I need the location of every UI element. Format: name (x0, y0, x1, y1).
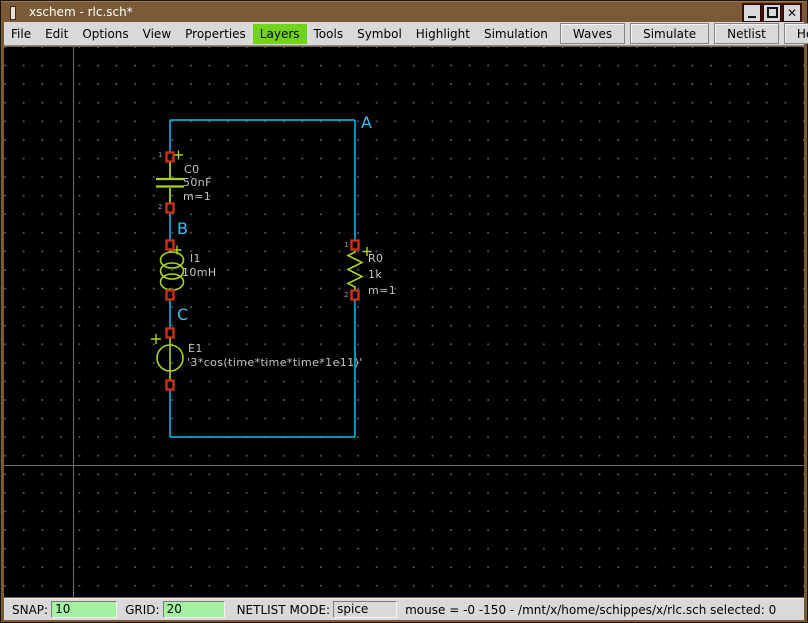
grid-label: GRID: (125, 602, 160, 617)
menubar-buttons: Waves Simulate Netlist Help (555, 23, 808, 44)
netlist-mode-input[interactable]: spice (333, 601, 398, 618)
menu-edit[interactable]: Edit (38, 24, 75, 44)
grid-input[interactable]: 20 (162, 601, 225, 618)
source-symbol[interactable] (151, 334, 184, 381)
simulate-button[interactable]: Simulate (630, 23, 710, 44)
capacitor-pin1-number: 1 (158, 151, 163, 159)
xschem-window: xschem - rlc.sch* ✕ File Edit Options Vi… (0, 0, 808, 623)
resistor-mult[interactable]: m=1 (368, 285, 396, 297)
minimize-button[interactable] (743, 3, 761, 22)
menu-simulation[interactable]: Simulation (477, 24, 555, 44)
source-value[interactable]: '3*cos(time*time*time*1e11)' (187, 357, 363, 369)
titlebar[interactable]: xschem - rlc.sch* ✕ (1, 1, 807, 22)
minimize-icon (748, 16, 756, 18)
resistor-pin1-number: 1 (344, 241, 349, 249)
menu-symbol[interactable]: Symbol (350, 24, 409, 44)
menu-highlight[interactable]: Highlight (409, 24, 477, 44)
schematic-canvas[interactable]: A B C C0 50nF m=1 1 2 l1 10mH R0 1k m=1 … (4, 47, 804, 597)
inductor-value[interactable]: 10mH (182, 267, 217, 279)
maximize-icon (766, 7, 778, 18)
help-button[interactable]: Help (783, 23, 808, 44)
window-controls: ✕ (742, 3, 802, 22)
inductor-ref[interactable]: l1 (190, 253, 201, 265)
resistor-value[interactable]: 1k (368, 269, 382, 281)
close-icon: ✕ (786, 5, 798, 20)
capacitor-mult[interactable]: m=1 (183, 191, 211, 203)
snap-label: SNAP: (12, 602, 49, 617)
snap-input[interactable]: 10 (51, 601, 118, 618)
close-button[interactable]: ✕ (783, 3, 801, 22)
capacitor-ref[interactable]: C0 (184, 164, 199, 176)
resistor-ref[interactable]: R0 (368, 253, 383, 265)
pin-ind-1[interactable] (165, 239, 175, 251)
pin-src-2[interactable] (165, 379, 175, 391)
pin-ind-2[interactable] (165, 289, 175, 301)
netlist-mode-label: NETLIST MODE: (236, 602, 331, 617)
plus-icon (151, 334, 161, 344)
menu-file[interactable]: File (4, 24, 38, 44)
maximize-button[interactable] (763, 3, 781, 22)
pin-res-1[interactable] (350, 239, 360, 251)
window-menu-icon[interactable] (10, 6, 16, 20)
net-label-a[interactable]: A (361, 113, 372, 132)
pin-src-1[interactable] (165, 327, 175, 339)
menu-layers[interactable]: Layers (252, 23, 307, 44)
source-ref[interactable]: E1 (188, 343, 203, 355)
resistor-pin2-number: 2 (344, 291, 349, 299)
pin-cap-2[interactable] (165, 202, 175, 214)
plus-icon (174, 150, 183, 160)
mouse-status-text: mouse = -0 -150 - /mnt/x/home/schippes/x… (405, 602, 777, 617)
statusbar: SNAP: 10 GRID: 20 NETLIST MODE: spice mo… (4, 598, 804, 620)
net-label-b[interactable]: B (177, 219, 188, 238)
netlist-button[interactable]: Netlist (714, 23, 779, 44)
menu-tools[interactable]: Tools (307, 24, 351, 44)
inductor-symbol[interactable] (159, 245, 185, 292)
menu-options[interactable]: Options (75, 24, 135, 44)
waves-button[interactable]: Waves (559, 23, 626, 44)
pin-res-2[interactable] (350, 289, 360, 301)
window-title: xschem - rlc.sch* (29, 5, 133, 19)
net-label-c[interactable]: C (177, 305, 188, 324)
pin-cap-1[interactable] (165, 151, 175, 163)
menu-properties[interactable]: Properties (178, 24, 253, 44)
menubar: File Edit Options View Properties Layers… (4, 22, 808, 46)
menu-view[interactable]: View (136, 24, 178, 44)
capacitor-value[interactable]: 50nF (183, 177, 212, 189)
capacitor-pin2-number: 2 (158, 203, 163, 211)
